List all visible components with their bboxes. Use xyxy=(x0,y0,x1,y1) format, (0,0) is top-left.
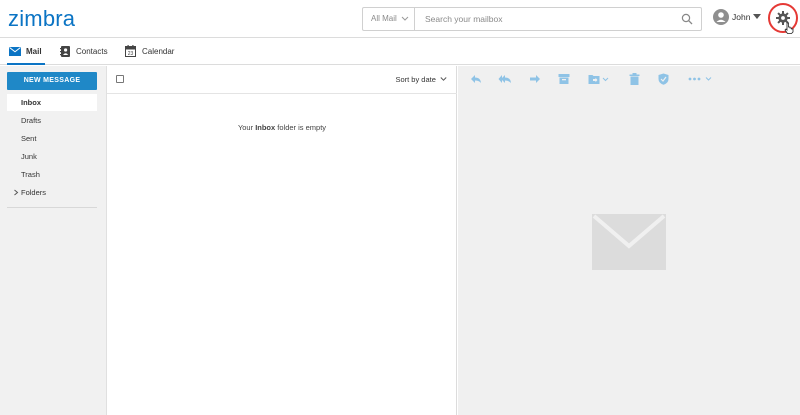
contacts-icon xyxy=(60,46,70,57)
sort-label: Sort by date xyxy=(395,75,436,84)
tab-calendar-label: Calendar xyxy=(142,47,175,56)
sidebar-item-inbox[interactable]: Inbox xyxy=(7,94,97,111)
search-input[interactable] xyxy=(417,8,677,30)
sidebar-item-folders-label: Folders xyxy=(21,188,47,197)
folder-sidebar: NEW MESSAGE Inbox Drafts Sent Junk Trash… xyxy=(0,66,107,415)
spam-shield-icon[interactable] xyxy=(658,73,669,85)
tab-calendar[interactable]: 23 Calendar xyxy=(125,39,175,65)
zimbra-logo[interactable]: zimbra xyxy=(8,6,75,32)
sidebar-item-junk[interactable]: Junk xyxy=(7,148,97,165)
tab-contacts[interactable]: Contacts xyxy=(60,39,110,65)
empty-suffix: folder is empty xyxy=(277,123,327,132)
user-icon xyxy=(716,12,726,22)
calendar-day-number: 23 xyxy=(128,51,134,57)
empty-folder-message: Your Inbox folder is empty xyxy=(107,123,457,132)
chevron-down-icon xyxy=(401,16,409,21)
sort-dropdown[interactable]: Sort by date xyxy=(395,75,447,84)
sidebar-item-drafts[interactable]: Drafts xyxy=(7,112,97,129)
delete-icon[interactable] xyxy=(629,73,640,85)
envelope-placeholder-icon xyxy=(592,214,666,270)
sidebar-divider xyxy=(7,207,97,208)
message-list-header: Sort by date xyxy=(107,66,457,94)
sidebar-item-trash[interactable]: Trash xyxy=(7,166,97,183)
reply-icon[interactable] xyxy=(470,73,482,85)
tab-mail-label: Mail xyxy=(26,47,42,56)
tab-mail[interactable]: Mail xyxy=(7,39,45,65)
caret-down-icon xyxy=(753,14,761,19)
chevron-down-icon xyxy=(440,77,447,81)
more-icon[interactable] xyxy=(688,73,714,85)
avatar xyxy=(713,9,729,25)
empty-folder-name: Inbox xyxy=(255,123,276,132)
new-message-button[interactable]: NEW MESSAGE xyxy=(7,72,97,90)
sidebar-item-sent[interactable]: Sent xyxy=(7,130,97,147)
calendar-icon: 23 xyxy=(125,45,136,57)
user-name: John xyxy=(732,12,751,22)
select-all-checkbox[interactable] xyxy=(116,75,124,83)
hand-cursor-icon xyxy=(784,22,794,34)
forward-icon[interactable] xyxy=(529,73,541,85)
envelope-icon xyxy=(9,47,21,56)
message-list: Sort by date Your Inbox folder is empty xyxy=(107,66,457,415)
reply-all-icon[interactable] xyxy=(498,73,512,85)
sidebar-item-folders[interactable]: Folders xyxy=(7,184,97,201)
chevron-right-icon xyxy=(14,189,19,196)
reading-pane xyxy=(458,66,800,415)
empty-prefix: Your xyxy=(237,123,254,132)
search-icon[interactable] xyxy=(681,13,693,25)
search-bar: All Mail xyxy=(362,7,702,31)
search-scope-label: All Mail xyxy=(371,14,397,23)
archive-icon[interactable] xyxy=(558,73,570,85)
move-to-folder-icon[interactable] xyxy=(588,73,610,85)
app-nav: Mail Contacts 23 Calendar xyxy=(0,39,800,65)
tab-contacts-label: Contacts xyxy=(76,47,108,56)
search-scope-dropdown[interactable]: All Mail xyxy=(363,8,415,30)
top-bar: zimbra All Mail John xyxy=(0,0,800,38)
